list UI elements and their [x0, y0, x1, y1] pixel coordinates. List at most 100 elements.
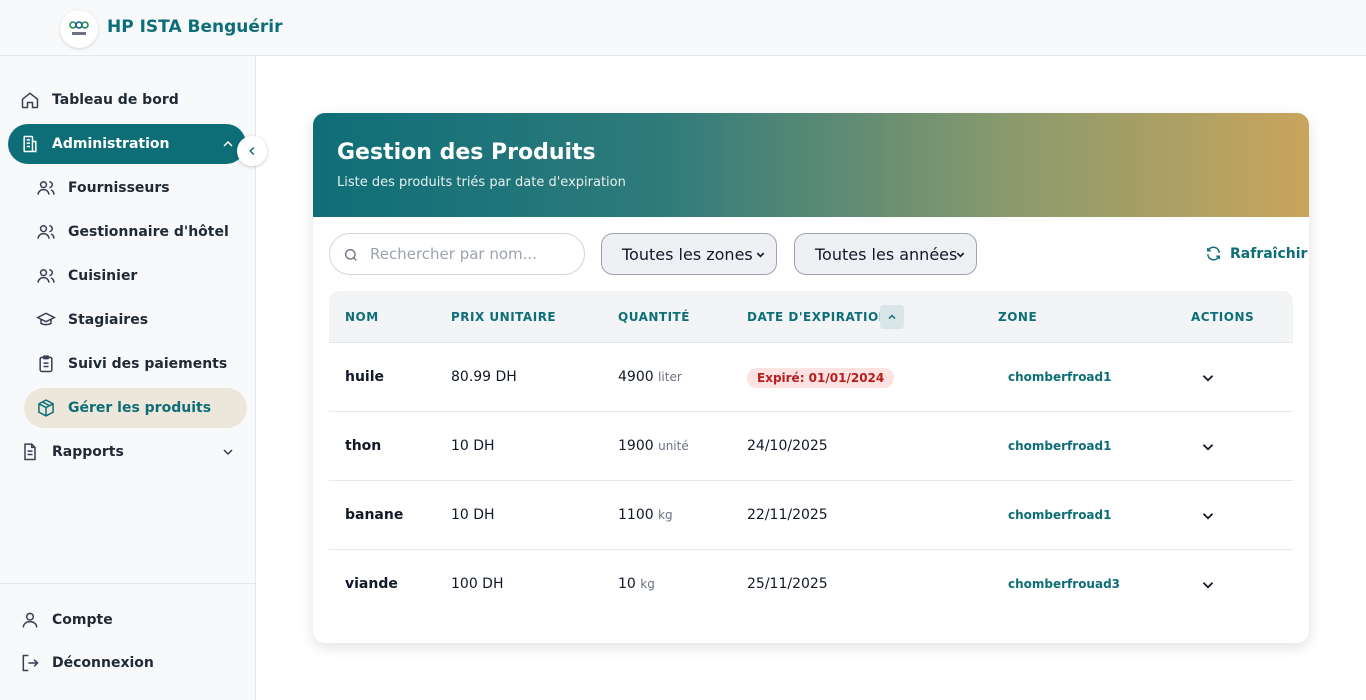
expand-row-chevron-icon[interactable] [1199, 507, 1217, 525]
quantity-unit: liter [658, 370, 682, 384]
quantity-unit: kg [658, 508, 673, 522]
product-quantity: 1900 unité [618, 438, 689, 454]
brand-title: HP ISTA Benguérir [107, 17, 283, 37]
sidebar-item-dashboard[interactable]: Tableau de bord [8, 80, 246, 120]
expand-row-chevron-icon[interactable] [1199, 369, 1217, 387]
product-zone: chomberfroad1 [1008, 508, 1112, 522]
package-icon [38, 399, 54, 417]
sidebar-item-rapports[interactable]: Rapports [8, 432, 246, 472]
sidebar-footer: Compte Déconnexion [0, 583, 256, 672]
sort-button[interactable] [880, 305, 904, 329]
refresh-button[interactable]: Rafraîchir [1205, 245, 1307, 262]
sidebar: Tableau de bord Administration Fournisse… [0, 56, 256, 700]
sidebar-item-gestionnaire-hotel[interactable]: Gestionnaire d'hôtel [24, 212, 247, 252]
quantity-unit: kg [640, 577, 655, 591]
year-filter-select[interactable]: Toutes les années [794, 233, 977, 275]
zone-filter-select[interactable]: Toutes les zones [601, 233, 777, 275]
refresh-icon [1207, 246, 1220, 261]
table-row: thon 10 DH 1900 unité 24/10/2025 chomber… [329, 412, 1293, 481]
year-filter-value: Toutes les années [815, 244, 958, 264]
quantity-value: 10 [618, 576, 636, 592]
user-icon [22, 612, 38, 628]
refresh-label: Rafraîchir [1230, 245, 1308, 262]
expiration-date: 22/11/2025 [747, 507, 828, 523]
top-header: HP ISTA Benguérir [0, 0, 1366, 56]
quantity-value: 1100 [618, 507, 654, 523]
card-header: Gestion des Produits Liste des produits … [313, 113, 1309, 217]
product-quantity: 10 kg [618, 576, 655, 592]
sidebar-item-label: Déconnexion [52, 655, 154, 671]
expiration-date: 25/11/2025 [747, 576, 828, 592]
product-price: 10 DH [451, 507, 495, 523]
sidebar-item-deconnexion[interactable]: Déconnexion [8, 643, 246, 683]
product-zone: chomberfroad1 [1008, 439, 1112, 453]
product-name: huile [345, 369, 385, 385]
quantity-value: 1900 [618, 438, 654, 454]
sidebar-item-label: Stagiaires [68, 312, 149, 328]
clipboard-icon [39, 355, 53, 373]
expand-row-chevron-icon[interactable] [1199, 438, 1217, 456]
column-header-nom: NOM [345, 310, 379, 324]
products-card: Gestion des Produits Liste des produits … [313, 113, 1309, 643]
sidebar-item-label: Gérer les produits [68, 400, 212, 416]
sidebar-item-gerer-produits[interactable]: Gérer les produits [24, 388, 247, 428]
users-icon [37, 181, 55, 195]
product-quantity: 1100 kg [618, 507, 673, 523]
sidebar-item-label: Fournisseurs [68, 180, 170, 196]
expand-row-chevron-icon[interactable] [1199, 576, 1217, 594]
column-header-date[interactable]: DATE D'EXPIRATION [747, 310, 889, 324]
table-row: viande 100 DH 10 kg 25/11/2025 chomberfr… [329, 550, 1293, 619]
sidebar-item-label: Administration [52, 136, 170, 152]
sidebar-item-compte[interactable]: Compte [8, 600, 246, 640]
home-icon [21, 92, 39, 109]
sidebar-item-administration[interactable]: Administration [8, 124, 246, 164]
logo [60, 10, 98, 48]
users-icon [37, 269, 55, 283]
chevron-down-icon [956, 252, 965, 258]
search-box[interactable] [329, 233, 585, 275]
chevron-down-icon [223, 449, 233, 456]
table-row: banane 10 DH 1100 kg 22/11/2025 chomberf… [329, 481, 1293, 550]
chevron-up-icon [223, 140, 233, 147]
column-header-prix: PRIX UNITAIRE [451, 310, 557, 324]
product-zone: chomberfroad1 [1008, 370, 1112, 384]
product-name: thon [345, 438, 382, 454]
chevron-down-icon [756, 252, 765, 258]
zone-filter-value: Toutes les zones [622, 244, 753, 264]
sidebar-item-stagiaires[interactable]: Stagiaires [24, 300, 247, 340]
table-row: huile 80.99 DH 4900 liter Expiré: 01/01/… [329, 343, 1293, 412]
sidebar-item-suivi-paiements[interactable]: Suivi des paiements [24, 344, 247, 384]
chevron-up-icon [888, 314, 896, 320]
column-header-quantite: QUANTITÉ [618, 310, 690, 324]
sidebar-collapse-button[interactable] [237, 136, 267, 166]
product-quantity: 4900 liter [618, 369, 682, 385]
table-header: NOM PRIX UNITAIRE QUANTITÉ DATE D'EXPIRA… [329, 291, 1293, 343]
sidebar-item-fournisseurs[interactable]: Fournisseurs [24, 168, 247, 208]
product-price: 100 DH [451, 576, 504, 592]
report-icon [24, 443, 36, 461]
column-header-zone: ZONE [998, 310, 1038, 324]
building-icon [23, 135, 37, 153]
search-icon [345, 249, 357, 261]
search-input[interactable] [370, 242, 570, 266]
chevron-left-icon [249, 146, 255, 156]
sidebar-item-label: Cuisinier [68, 268, 138, 284]
product-zone: chomberfrouad3 [1008, 577, 1121, 591]
sidebar-item-label: Gestionnaire d'hôtel [68, 224, 229, 240]
sidebar-item-label: Suivi des paiements [68, 356, 228, 372]
product-name: viande [345, 576, 398, 592]
product-price: 10 DH [451, 438, 495, 454]
users-icon [37, 225, 55, 239]
logout-icon [22, 654, 39, 672]
column-header-actions: ACTIONS [1191, 310, 1255, 324]
sidebar-item-label: Tableau de bord [52, 92, 179, 108]
logo-icon [69, 21, 89, 35]
sidebar-item-label: Rapports [52, 444, 124, 460]
sidebar-item-label: Compte [52, 612, 113, 628]
page-subtitle: Liste des produits triés par date d'expi… [337, 175, 626, 190]
expiration-date: 24/10/2025 [747, 438, 828, 454]
quantity-unit: unité [658, 439, 689, 453]
product-name: banane [345, 507, 404, 523]
sidebar-item-cuisinier[interactable]: Cuisinier [24, 256, 247, 296]
product-price: 80.99 DH [451, 369, 517, 385]
